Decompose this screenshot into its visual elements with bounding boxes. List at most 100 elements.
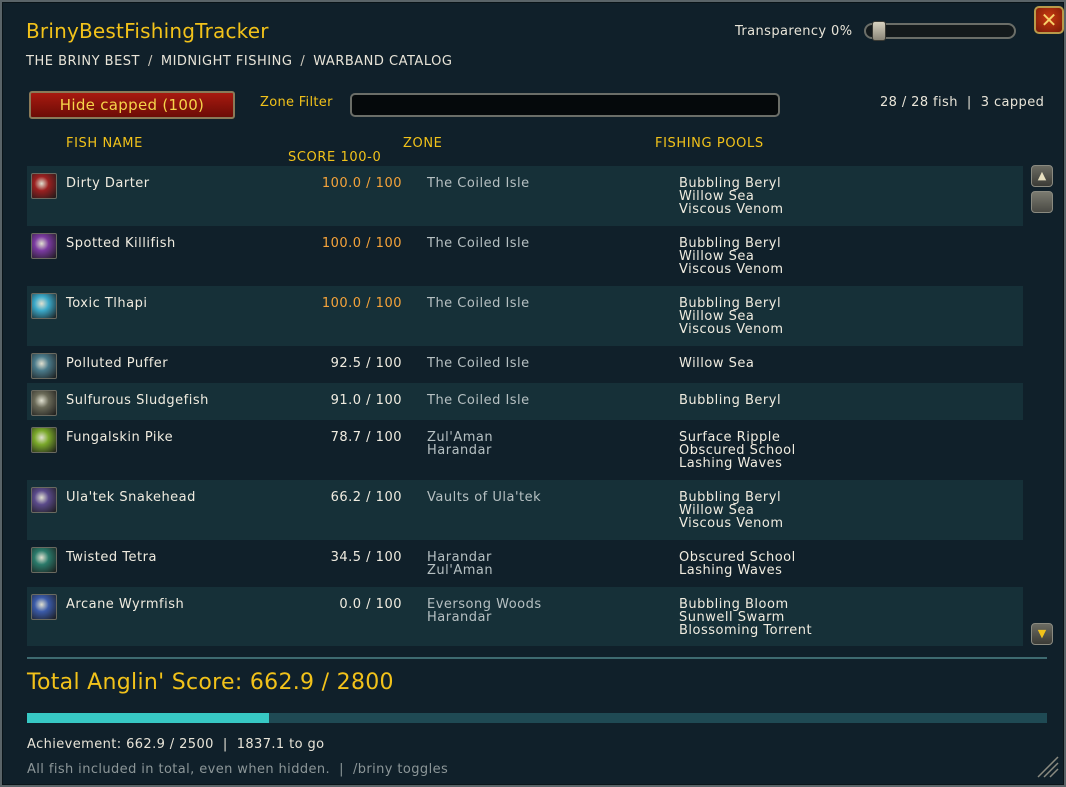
score-progress-bar [27, 713, 1047, 723]
fish-row[interactable]: Polluted Puffer 92.5 / 100 The Coiled Isle… [27, 346, 1023, 383]
arcane-wyrmfish-icon [31, 594, 57, 620]
fish-score: 100.0 / 100 [321, 296, 402, 311]
fish-zones: The Coiled Isle [427, 357, 530, 370]
arrow-up-icon: ▲ [1037, 169, 1047, 182]
arrow-down-icon: ▼ [1037, 627, 1047, 640]
zone-name: The Coiled Isle [427, 236, 530, 251]
dirty-darter-icon [31, 173, 57, 199]
achievement-status: Achievement: 662.9 / 2500 | 1837.1 to go [27, 737, 325, 752]
breadcrumb-item: MIDNIGHT FISHING [160, 54, 293, 69]
fish-summary: 28 / 28 fish | 3 capped [880, 95, 1045, 110]
fish-row[interactable]: Ula'tek Snakehead 66.2 / 100 Vaults of Ula… [27, 480, 1023, 540]
divider [27, 657, 1047, 659]
zone-name: Vaults of Ula'tek [427, 490, 542, 505]
fish-score: 100.0 / 100 [321, 176, 402, 191]
fish-zones: The Coiled Isle [427, 297, 530, 310]
close-button[interactable]: ✕ [1034, 6, 1064, 34]
breadcrumb-separator: / [300, 54, 306, 69]
fish-name: Polluted Puffer [66, 356, 169, 371]
fish-pools: Bubbling Bloom Sunwell Swarm Blossoming To… [679, 598, 812, 637]
pool-name: Viscous Venom [679, 322, 784, 337]
column-header-score[interactable]: SCORE 100-0 [288, 150, 381, 165]
fish-score: 92.5 / 100 [330, 356, 402, 371]
fish-name: Arcane Wyrmfish [66, 597, 185, 612]
fish-name: Toxic Tlhapi [66, 296, 148, 311]
fish-row[interactable]: Fungalskin Pike 78.7 / 100 Zul'Aman Haranda… [27, 420, 1023, 480]
fish-name: Fungalskin Pike [66, 430, 174, 445]
zone-name: The Coiled Isle [427, 296, 530, 311]
breadcrumb-item: WARBAND CATALOG [313, 54, 453, 69]
scrollbar-thumb[interactable] [1031, 191, 1053, 213]
fish-name: Spotted Killifish [66, 236, 176, 251]
score-progress-fill [27, 713, 269, 723]
ulatek-snakehead-icon [31, 487, 57, 513]
zone-name: Zul'Aman [427, 563, 494, 578]
pool-name: Bubbling Beryl [679, 393, 782, 408]
column-header-fish-name[interactable]: FISH NAME [66, 136, 143, 151]
fish-row[interactable]: Sulfurous Sludgefish 91.0 / 100 The Coiled… [27, 383, 1023, 420]
pool-name: Lashing Waves [679, 563, 783, 578]
fish-score: 34.5 / 100 [330, 550, 402, 565]
zone-filter-label: Zone Filter [260, 95, 333, 110]
transparency-slider[interactable] [864, 23, 1016, 39]
resize-grip-icon[interactable] [1032, 751, 1060, 779]
fish-pools: Bubbling Beryl Willow Sea Viscous Venom [679, 237, 783, 276]
pool-name: Viscous Venom [679, 262, 784, 277]
fish-pools: Willow Sea [679, 357, 754, 370]
sulfurous-sludgefish-icon [31, 390, 57, 416]
footer-note: All fish included in total, even when hi… [27, 762, 449, 777]
zone-name: The Coiled Isle [427, 393, 530, 408]
fish-name: Dirty Darter [66, 176, 150, 191]
window-title: BrinyBestFishingTracker [26, 19, 269, 43]
fish-score: 100.0 / 100 [321, 236, 402, 251]
breadcrumb-separator: / [147, 54, 153, 69]
twisted-tetra-icon [31, 547, 57, 573]
tracker-window: BrinyBestFishingTracker THE BRINY BEST /… [0, 0, 1066, 787]
fish-score: 78.7 / 100 [330, 430, 402, 445]
fish-score: 91.0 / 100 [330, 393, 402, 408]
pool-name: Blossoming Torrent [679, 623, 813, 638]
column-header-fishing-pools[interactable]: FISHING POOLS [655, 136, 764, 151]
fish-pools: Bubbling Beryl Willow Sea Viscous Venom [679, 177, 783, 216]
fish-row[interactable]: Twisted Tetra 34.5 / 100 Harandar Zul'Aman O… [27, 540, 1023, 587]
fish-pools: Obscured School Lashing Waves [679, 551, 796, 577]
zone-name: Harandar [427, 610, 492, 625]
hide-capped-button[interactable]: Hide capped (100) [29, 91, 235, 119]
scroll-down-button[interactable]: ▼ [1031, 623, 1053, 645]
spotted-killifish-icon [31, 233, 57, 259]
pool-name: Viscous Venom [679, 516, 784, 531]
close-icon: ✕ [1040, 8, 1058, 32]
column-header-zone[interactable]: ZONE [403, 136, 442, 151]
fish-zones: Vaults of Ula'tek [427, 491, 541, 504]
pool-name: Lashing Waves [679, 456, 783, 471]
pool-name: Viscous Venom [679, 202, 784, 217]
fish-zones: Zul'Aman Harandar [427, 431, 493, 457]
fish-row[interactable]: Arcane Wyrmfish 0.0 / 100 Eversong Woods Ha… [27, 587, 1023, 646]
fish-row[interactable]: Toxic Tlhapi 100.0 / 100 The Coiled Isle Bu… [27, 286, 1023, 346]
fish-row[interactable]: Dirty Darter 100.0 / 100 The Coiled Isle Bu… [27, 166, 1023, 226]
transparency-label: Transparency 0% [735, 24, 853, 39]
fish-zones: Harandar Zul'Aman [427, 551, 493, 577]
fish-name: Ula'tek Snakehead [66, 490, 196, 505]
zone-name: The Coiled Isle [427, 356, 530, 371]
breadcrumb: THE BRINY BEST / MIDNIGHT FISHING / WARB… [26, 54, 452, 69]
zone-name: The Coiled Isle [427, 176, 530, 191]
fungalskin-pike-icon [31, 427, 57, 453]
fish-name: Twisted Tetra [66, 550, 157, 565]
fish-score: 66.2 / 100 [330, 490, 402, 505]
fish-pools: Surface Ripple Obscured School Lashing Wav… [679, 431, 796, 470]
fish-zones: The Coiled Isle [427, 394, 530, 407]
fish-row[interactable]: Spotted Killifish 100.0 / 100 The Coiled I… [27, 226, 1023, 286]
scroll-up-button[interactable]: ▲ [1031, 165, 1053, 187]
fish-pools: Bubbling Beryl Willow Sea Viscous Venom [679, 297, 783, 336]
pool-name: Willow Sea [679, 356, 755, 371]
zone-filter-input[interactable] [350, 93, 780, 117]
transparency-slider-handle[interactable] [872, 21, 886, 41]
fish-name: Sulfurous Sludgefish [66, 393, 209, 408]
fish-pools: Bubbling Beryl [679, 394, 781, 407]
fish-zones: The Coiled Isle [427, 237, 530, 250]
polluted-puffer-icon [31, 353, 57, 379]
zone-name: Harandar [427, 443, 492, 458]
fish-score: 0.0 / 100 [339, 597, 402, 612]
total-score: Total Anglin' Score: 662.9 / 2800 [27, 670, 394, 695]
